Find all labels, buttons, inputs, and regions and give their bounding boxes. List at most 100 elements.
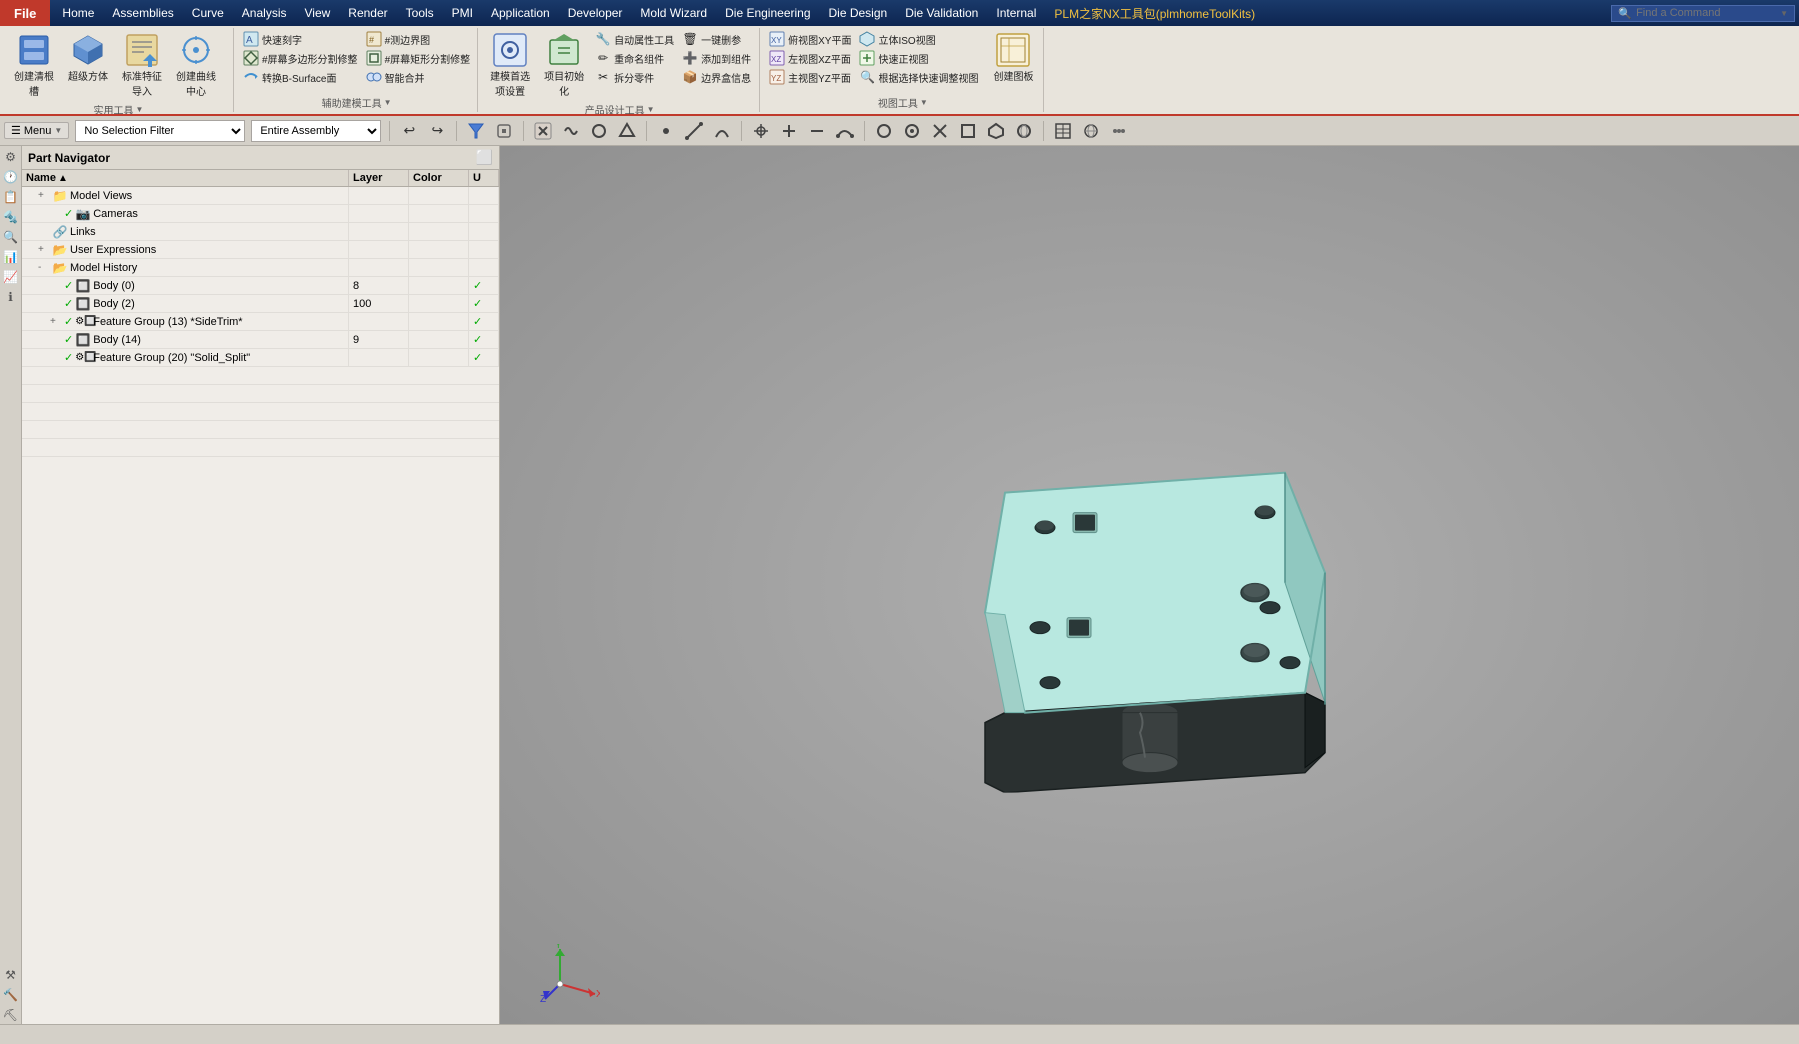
expand-model-views[interactable]: + [38, 190, 50, 201]
nav-row-model-history[interactable]: - 📂 Model History [22, 259, 499, 277]
sidebar-icon-tool2[interactable]: 🔨 [2, 986, 20, 1004]
menu-application[interactable]: Application [483, 4, 558, 22]
cmd-snap-point[interactable] [493, 120, 515, 142]
cmd-face-select[interactable] [616, 120, 638, 142]
cmd-arc[interactable] [711, 120, 733, 142]
nav-row-cameras[interactable]: ✓ 📷 Cameras [22, 205, 499, 223]
menu-home[interactable]: Home [54, 4, 102, 22]
btn-super-cube[interactable]: 超级方体 [62, 30, 114, 86]
btn-measure-border[interactable]: # #测边界图 [363, 30, 474, 48]
btn-auto-property[interactable]: 🔧 自动属性工具 [592, 30, 677, 48]
btn-bbox-info[interactable]: 📦 边界盒信息 [679, 68, 754, 86]
btn-quick-adjust-view[interactable]: 🔍 根据选择快速调整视图 [856, 68, 981, 86]
cmd-single-select[interactable] [532, 120, 554, 142]
nav-col-layer[interactable]: Layer [349, 170, 409, 186]
btn-standard-feature[interactable]: 标准特征导入 [116, 30, 168, 100]
cmd-chain-select[interactable] [560, 120, 582, 142]
nav-row-body-14[interactable]: ✓ 🔲 Body (14) 9 ✓ [22, 331, 499, 349]
btn-build-model-settings[interactable]: 建模首选项设置 [484, 30, 536, 100]
cmd-crosshair[interactable] [750, 120, 772, 142]
sidebar-icon-layers[interactable]: 📋 [2, 188, 20, 206]
menu-die-validation[interactable]: Die Validation [897, 4, 986, 22]
menu-die-design[interactable]: Die Design [821, 4, 896, 22]
expand-fg13[interactable]: + [50, 316, 62, 327]
cmd-edit-curve[interactable] [834, 120, 856, 142]
sidebar-icon-assembly[interactable]: 🔩 [2, 208, 20, 226]
btn-project-init[interactable]: 项目初始化 [538, 30, 590, 100]
menu-die-engineering[interactable]: Die Engineering [717, 4, 818, 22]
cmd-point[interactable] [655, 120, 677, 142]
btn-front-view[interactable]: 快速正视图 [856, 49, 981, 67]
nav-row-body-0[interactable]: ✓ 🔲 Body (0) 8 ✓ [22, 277, 499, 295]
cmd-line[interactable] [683, 120, 705, 142]
expand-user-expr[interactable]: + [38, 244, 50, 255]
find-command-dropdown[interactable]: ▼ [1780, 9, 1788, 18]
menu-pmi[interactable]: PMI [444, 4, 481, 22]
part-nav-maximize[interactable]: ⬜ [476, 149, 493, 166]
menu-assemblies[interactable]: Assemblies [104, 4, 181, 22]
cmd-render-sphere[interactable] [1013, 120, 1035, 142]
cmd-shape[interactable] [985, 120, 1007, 142]
btn-convert-b-surface[interactable]: 转换B-Surface面 [240, 68, 361, 86]
sidebar-icon-history[interactable]: 🕐 [2, 168, 20, 186]
cmd-rect[interactable] [957, 120, 979, 142]
nav-row-body-2[interactable]: ✓ 🔲 Body (2) 100 ✓ [22, 295, 499, 313]
nav-row-user-expressions[interactable]: + 📂 User Expressions [22, 241, 499, 259]
menu-internal[interactable]: Internal [988, 4, 1044, 22]
menu-toggle[interactable]: ☰ Menu ▼ [4, 122, 69, 139]
cmd-dash[interactable] [806, 120, 828, 142]
nav-col-u[interactable]: U [469, 170, 499, 186]
btn-left-xz-view[interactable]: XZ 左视图XZ平面 [766, 49, 854, 67]
btn-quick-engrave[interactable]: A 快速刻字 [240, 30, 361, 48]
btn-top-xy-view[interactable]: XY 俯视图XY平面 [766, 30, 854, 48]
dropdown-arrow-practical[interactable]: ▼ [136, 105, 144, 114]
menu-render[interactable]: Render [340, 4, 395, 22]
sidebar-icon-tool1[interactable]: ⚒ [2, 966, 20, 984]
find-command-box[interactable]: 🔍 ▼ [1611, 5, 1795, 22]
nav-row-feature-group-13[interactable]: + ✓ ⚙🔲 Feature Group (13) *SideTrim* ✓ [22, 313, 499, 331]
menu-view[interactable]: View [296, 4, 338, 22]
nav-row-links[interactable]: 🔗 Links [22, 223, 499, 241]
file-menu-button[interactable]: File [0, 0, 50, 26]
btn-iso-view[interactable]: 立体ISO视图 [856, 30, 981, 48]
btn-screen-rect-split[interactable]: #屏幕矩形分割修整 [363, 49, 474, 67]
cmd-globe[interactable] [1080, 120, 1102, 142]
btn-add-to-group[interactable]: ➕ 添加到组件 [679, 49, 754, 67]
btn-screen-poly-split[interactable]: #屏幕多边形分割修整 [240, 49, 361, 67]
btn-create-drawing[interactable]: 创建图板 [987, 30, 1039, 86]
sidebar-icon-graph[interactable]: 📈 [2, 268, 20, 286]
cmd-dot-circle[interactable] [901, 120, 923, 142]
find-command-input[interactable] [1636, 7, 1776, 19]
sidebar-icon-tool3[interactable]: ⛏ [2, 1006, 20, 1024]
cmd-more-options[interactable] [1108, 120, 1130, 142]
cmd-select-filter[interactable] [465, 120, 487, 142]
btn-smart-merge[interactable]: 智能合并 [363, 68, 474, 86]
btn-disassemble[interactable]: ✂ 拆分零件 [592, 68, 677, 86]
nav-row-model-views[interactable]: + 📁 Model Views [22, 187, 499, 205]
cmd-loop-select[interactable] [588, 120, 610, 142]
menu-mold-wizard[interactable]: Mold Wizard [632, 4, 715, 22]
menu-tools[interactable]: Tools [398, 4, 442, 22]
btn-one-click-ref[interactable]: 🗑 一键删参 [679, 30, 754, 48]
btn-main-yz-view[interactable]: YZ 主视图YZ平面 [766, 68, 854, 86]
cmd-plus[interactable] [778, 120, 800, 142]
sidebar-icon-settings[interactable]: ⚙ [2, 148, 20, 166]
expand-model-hist[interactable]: - [38, 262, 50, 273]
viewport[interactable]: X Y Z [500, 146, 1799, 1024]
dropdown-arrow-view[interactable]: ▼ [920, 98, 928, 107]
menu-developer[interactable]: Developer [560, 4, 631, 22]
nav-row-feature-group-20[interactable]: ✓ ⚙🔲 Feature Group (20) "Solid_Split" ✓ [22, 349, 499, 367]
sidebar-icon-chart[interactable]: 📊 [2, 248, 20, 266]
assembly-filter-select[interactable]: Entire Assembly [251, 120, 381, 142]
selection-filter-select[interactable]: No Selection Filter [75, 120, 245, 142]
dropdown-arrow-aux[interactable]: ▼ [384, 98, 392, 107]
cmd-table[interactable] [1052, 120, 1074, 142]
menu-analysis[interactable]: Analysis [234, 4, 295, 22]
cmd-redo[interactable]: ↪ [426, 120, 448, 142]
btn-rename-part[interactable]: ✏ 重命名组件 [592, 49, 677, 67]
dropdown-arrow-product[interactable]: ▼ [647, 105, 655, 114]
sidebar-icon-filter[interactable]: 🔍 [2, 228, 20, 246]
cmd-circle[interactable] [873, 120, 895, 142]
btn-create-clear-root[interactable]: 创建清根槽 [8, 30, 60, 100]
btn-create-curve-center[interactable]: 创建曲线中心 [170, 30, 222, 100]
